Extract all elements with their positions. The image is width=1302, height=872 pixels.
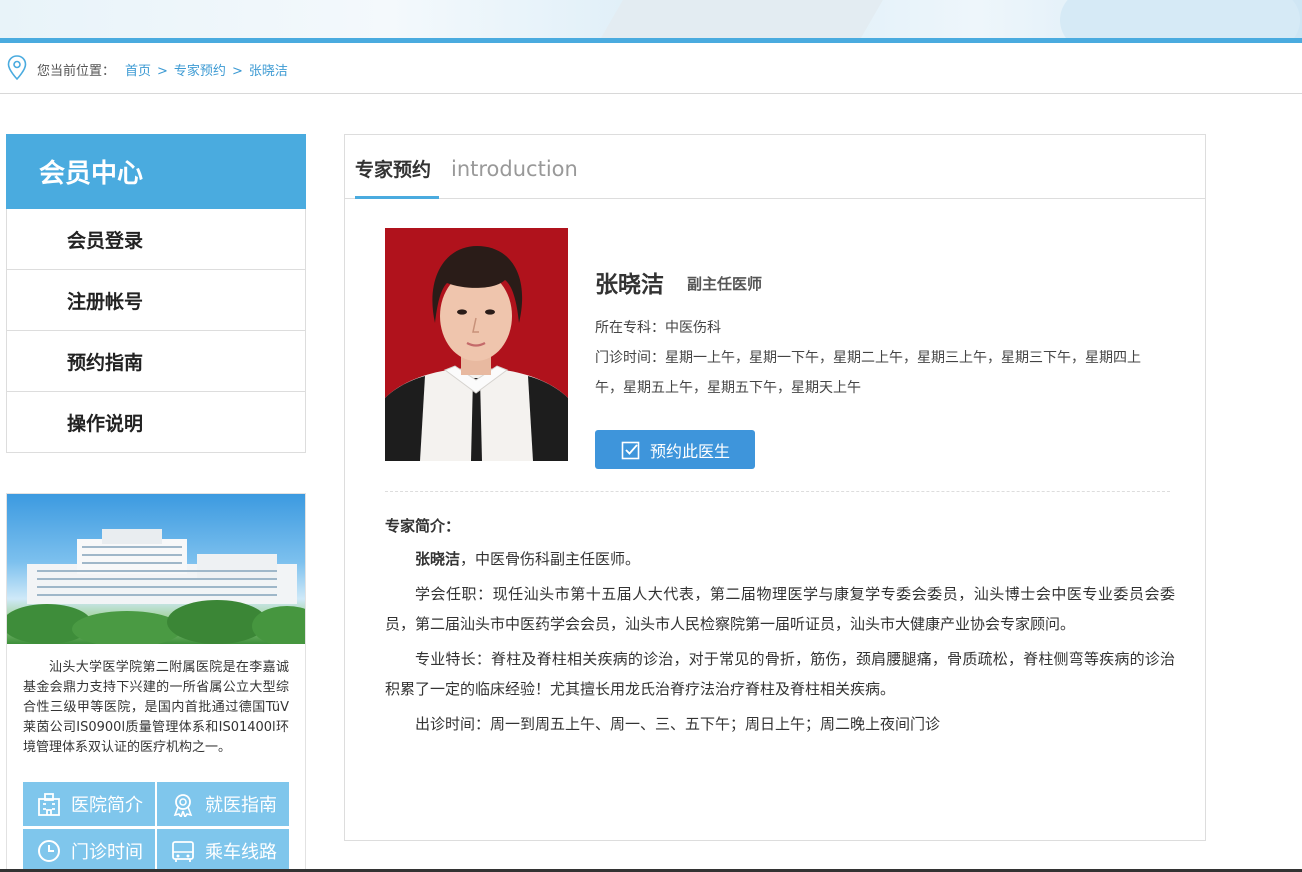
intro-specialty: 专业特长：脊柱及脊柱相关疾病的诊治，对于常见的骨折，筋伤，颈肩腰腿痛，骨质疏松，… — [385, 650, 1175, 698]
member-center-title: 会员中心 — [6, 134, 306, 209]
section-divider — [385, 491, 1170, 492]
breadcrumb-label: 您当前位置： — [37, 64, 116, 79]
doctor-clinic-times: 门诊时间：星期一上午，星期一下午，星期二上午，星期三上午，星期三下午，星期四上午… — [595, 343, 1155, 403]
panel-header: 专家预约 introduction — [345, 135, 1205, 199]
breadcrumb-current[interactable]: 张晓洁 — [249, 64, 288, 79]
expert-introduction: 专家简介： 张晓洁，中医骨伤科副主任医师。 学会任职：现任汕头市第十五届人大代表… — [385, 515, 1175, 744]
breadcrumb-separator: > — [157, 64, 168, 79]
hospital-building-illustration — [7, 529, 305, 644]
sidebar-item-login[interactable]: 会员登录 — [6, 209, 306, 270]
quick-link-clinic-hours[interactable]: 门诊时间 — [23, 829, 155, 871]
department-label: 所在专科： — [595, 320, 665, 336]
intro-lead-name: 张晓洁 — [415, 550, 461, 568]
panel-title: 专家预约 — [355, 159, 432, 181]
doctor-department: 所在专科：中医伤科 — [595, 313, 1155, 343]
intro-lead-text: ，中医骨伤科副主任医师。 — [460, 550, 641, 568]
top-banner — [0, 0, 1302, 38]
breadcrumb-separator: > — [231, 64, 243, 79]
intro-heading: 专家简介： — [385, 517, 461, 535]
quick-link-medical-guide[interactable]: 就医指南 — [157, 782, 289, 826]
department-value: 中医伤科 — [665, 320, 721, 336]
hospital-photo — [7, 494, 305, 644]
doctor-title: 副主任医师 — [687, 275, 763, 293]
banner-decoration — [1060, 0, 1300, 38]
book-doctor-button[interactable]: 预约此医生 — [595, 430, 755, 469]
intro-positions: 学会任职：现任汕头市第十五届人大代表，第二届物理医学与康复学专委会委员，汕头博士… — [385, 585, 1175, 633]
checkbox-icon — [621, 441, 640, 459]
intro-lead: 张晓洁，中医骨伤科副主任医师。 — [385, 544, 1175, 574]
quick-link-label: 乘车线路 — [205, 842, 277, 863]
banner-decoration — [599, 0, 901, 38]
clinic-label: 门诊时间： — [595, 350, 665, 366]
panel-subtitle: introduction — [451, 157, 578, 181]
quick-link-hospital-intro[interactable]: 医院简介 — [23, 782, 155, 826]
quick-link-bus-routes[interactable]: 乘车线路 — [157, 829, 289, 871]
clock-icon — [35, 837, 63, 865]
sidebar-item-guide[interactable]: 预约指南 — [6, 331, 306, 392]
expert-panel: 专家预约 introduction 张晓洁 副主任医师 所在专科：中医伤科 门诊… — [344, 134, 1206, 841]
sidebar-item-instructions[interactable]: 操作说明 — [6, 392, 306, 453]
intro-schedule: 出诊时间：周一到周五上午、周一、三、五下午；周日上午；周二晚上夜间门诊 — [415, 715, 941, 733]
panel-title-underline — [355, 196, 439, 199]
breadcrumb-home-link[interactable]: 首页 — [125, 64, 151, 79]
badge-icon — [169, 790, 197, 818]
location-pin-icon — [7, 55, 27, 81]
quick-link-label: 就医指南 — [205, 795, 277, 816]
quick-link-label: 医院简介 — [71, 795, 143, 816]
doctor-name: 张晓洁 — [595, 272, 664, 298]
sidebar-item-register[interactable]: 注册帐号 — [6, 270, 306, 331]
bus-icon — [169, 837, 197, 865]
breadcrumb-trail: 首页 > 专家预约 > 张晓洁 — [125, 60, 288, 79]
member-center: 会员中心 会员登录 注册帐号 预约指南 操作说明 — [6, 134, 306, 453]
hospital-info-box: 汕头大学医学院第二附属医院是在李嘉诚基金会鼎力支持下兴建的一所省属公立大型综合性… — [6, 493, 306, 872]
doctor-photo — [385, 228, 568, 461]
breadcrumb: 您当前位置： 首页 > 专家预约 > 张晓洁 — [0, 43, 1302, 94]
clinic-value: 星期一上午，星期一下午，星期二上午，星期三上午，星期三下午，星期四上午，星期五上… — [595, 350, 1141, 396]
doctor-info: 所在专科：中医伤科 门诊时间：星期一上午，星期一下午，星期二上午，星期三上午，星… — [595, 313, 1155, 403]
hospital-icon — [35, 790, 63, 818]
book-doctor-label: 预约此医生 — [650, 441, 731, 461]
breadcrumb-expert-link[interactable]: 专家预约 — [174, 64, 226, 79]
quick-link-label: 门诊时间 — [71, 842, 143, 863]
hospital-description: 汕头大学医学院第二附属医院是在李嘉诚基金会鼎力支持下兴建的一所省属公立大型综合性… — [23, 660, 289, 755]
